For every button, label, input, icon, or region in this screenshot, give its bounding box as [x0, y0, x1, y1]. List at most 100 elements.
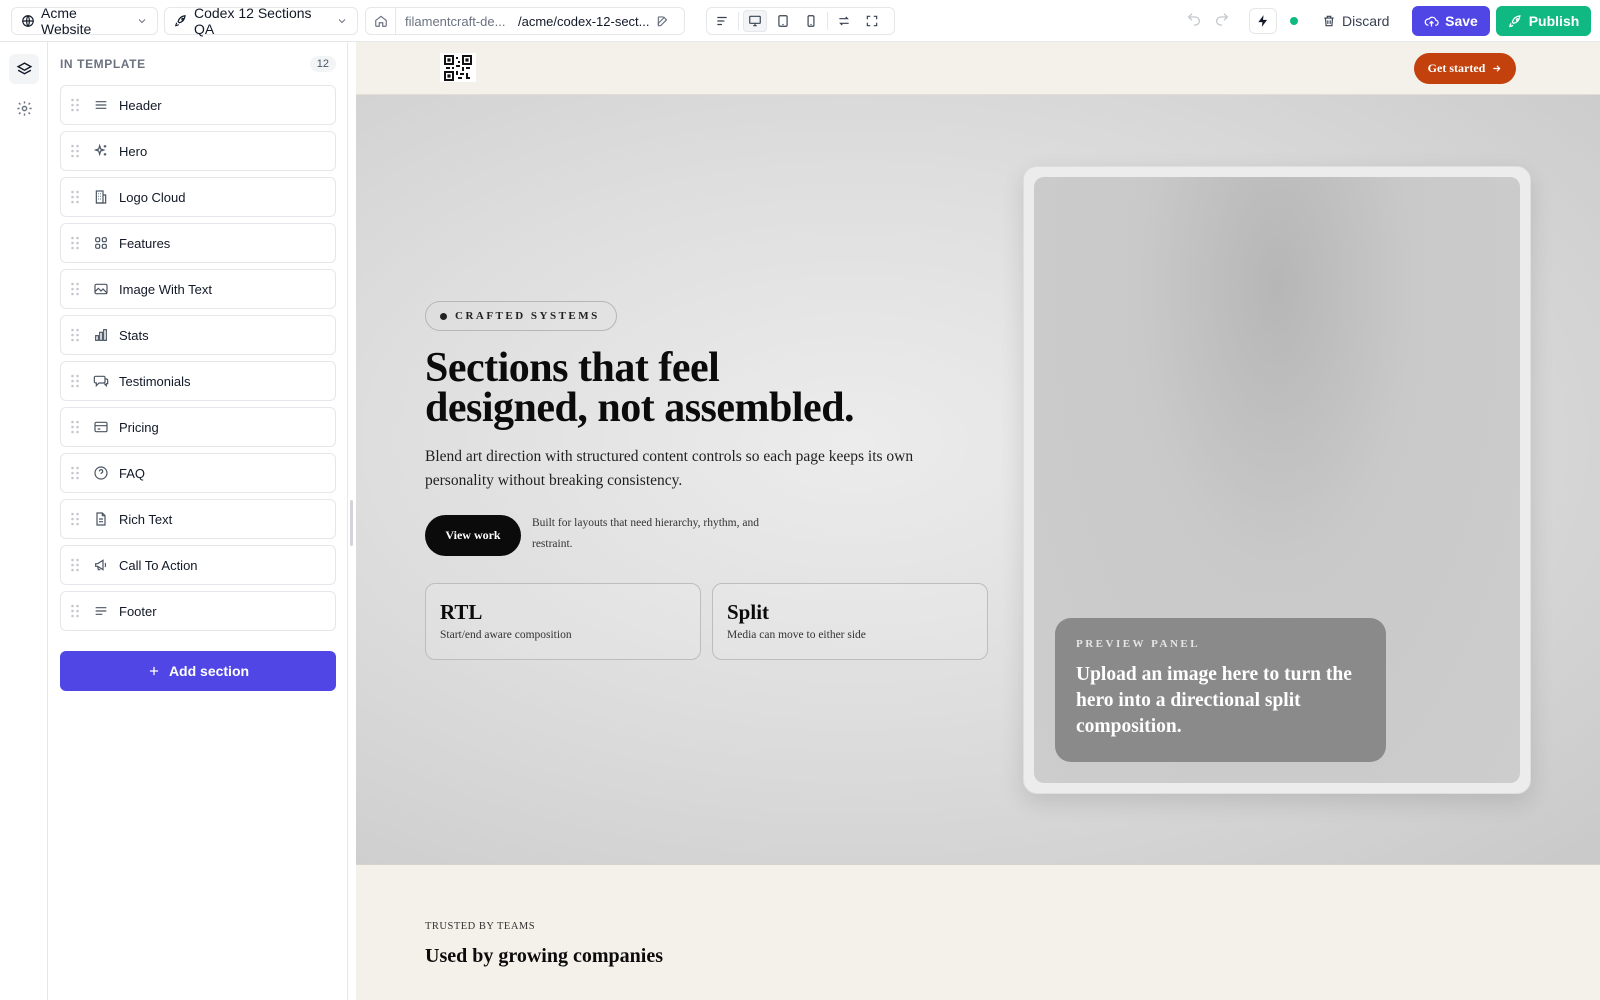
settings-tab[interactable] — [9, 93, 39, 123]
section-item-testimonials[interactable]: Testimonials — [60, 361, 336, 401]
rocket-icon — [1508, 14, 1523, 29]
hero-title: Sections that feel designed, not assembl… — [425, 347, 945, 429]
site-logo[interactable] — [440, 53, 476, 82]
fullscreen-button[interactable] — [860, 10, 884, 32]
drag-handle-icon[interactable] — [61, 512, 89, 526]
add-section-label: Add section — [168, 663, 250, 679]
megaphone-icon — [89, 557, 113, 573]
view-work-button[interactable]: View work — [425, 515, 521, 556]
drag-handle-icon[interactable] — [61, 466, 89, 480]
section-label: Hero — [119, 143, 148, 159]
section-item-faq[interactable]: FAQ — [60, 453, 336, 493]
section-count-badge: 12 — [309, 56, 336, 72]
drag-handle-icon[interactable] — [61, 374, 89, 388]
publish-button[interactable]: Publish — [1496, 6, 1591, 36]
drag-handle-icon[interactable] — [61, 282, 89, 296]
drag-handle-icon[interactable] — [61, 190, 89, 204]
desktop-icon — [748, 14, 762, 28]
image-icon — [89, 281, 113, 297]
home-icon[interactable] — [366, 8, 396, 34]
drag-handle-icon[interactable] — [61, 558, 89, 572]
url-domain: filamentcraft-de... — [405, 13, 506, 29]
page-selector[interactable]: Codex 12 Sections QA — [164, 5, 358, 37]
site-selector[interactable]: Acme Website — [11, 5, 158, 37]
drag-handle-icon[interactable] — [61, 328, 89, 342]
align-left-icon — [715, 14, 729, 28]
section-label: FAQ — [119, 465, 146, 481]
hero-media-placeholder[interactable]: PREVIEW PANEL Upload an image here to tu… — [1034, 177, 1520, 783]
section-label: Logo Cloud — [119, 189, 186, 205]
section-item-logo-cloud[interactable]: Logo Cloud — [60, 177, 336, 217]
get-started-label: Get started — [1427, 61, 1486, 75]
swap-direction-button[interactable] — [832, 10, 856, 32]
section-label: Rich Text — [119, 511, 173, 527]
page-selector-label: Codex 12 Sections QA — [194, 5, 312, 37]
hero-eyebrow-text: CRAFTED SYSTEMS — [455, 310, 600, 322]
arrows-swap-icon — [837, 14, 851, 28]
sections-sidebar: IN TEMPLATE 12 Header Hero Logo Cloud Fe… — [48, 42, 348, 1000]
site-header: Get started — [356, 42, 1600, 95]
section-label: Features — [119, 235, 171, 251]
save-label: Save — [1445, 13, 1478, 29]
publish-label: Publish — [1528, 13, 1580, 29]
edit-icon[interactable] — [656, 14, 670, 28]
section-item-features[interactable]: Features — [60, 223, 336, 263]
drag-handle-icon[interactable] — [61, 420, 89, 434]
section-item-header[interactable]: Header — [60, 85, 336, 125]
sidebar-title: IN TEMPLATE — [60, 57, 146, 71]
undo-icon[interactable] — [1186, 11, 1202, 27]
hero-section: CRAFTED SYSTEMS Sections that feel desig… — [356, 95, 1600, 865]
section-item-stats[interactable]: Stats — [60, 315, 336, 355]
grid-icon — [89, 235, 113, 251]
toolbar-divider — [738, 12, 739, 30]
discard-label: Discard — [1342, 13, 1390, 29]
feature-card-title: Split — [727, 600, 770, 624]
hero-note: Built for layouts that need hierarchy, r… — [532, 517, 759, 550]
building-icon — [89, 189, 113, 205]
status-indicator — [1290, 17, 1298, 25]
sections-tab[interactable] — [9, 54, 39, 84]
drag-handle-icon[interactable] — [61, 98, 89, 112]
sparkles-icon — [89, 143, 113, 159]
section-item-image-with-text[interactable]: Image With Text — [60, 269, 336, 309]
outline-toggle-button[interactable] — [710, 10, 734, 32]
page-preview-canvas: Get started CRAFTED SYSTEMS Sections tha… — [356, 42, 1600, 1000]
section-item-hero[interactable]: Hero — [60, 131, 336, 171]
rocket-icon — [174, 14, 188, 28]
save-button[interactable]: Save — [1412, 6, 1490, 36]
section-label: Call To Action — [119, 557, 198, 573]
drag-handle-icon[interactable] — [61, 236, 89, 250]
page-url-field[interactable]: filamentcraft-de... /acme/codex-12-sect.… — [365, 7, 685, 35]
qr-code-logo-icon — [444, 54, 472, 81]
sidebar-header: IN TEMPLATE 12 — [60, 56, 336, 72]
plus-icon — [147, 664, 161, 678]
tablet-icon — [776, 14, 790, 28]
chevron-down-icon — [336, 15, 348, 27]
preview-panel: PREVIEW PANEL Upload an image here to tu… — [1055, 618, 1386, 762]
chat-icon — [89, 373, 113, 389]
get-started-button[interactable]: Get started — [1414, 53, 1516, 84]
sidebar-resize-handle[interactable] — [350, 500, 353, 546]
desktop-view-button[interactable] — [743, 10, 767, 32]
feature-card-description: Media can move to either side — [727, 629, 866, 641]
drag-handle-icon[interactable] — [61, 144, 89, 158]
redo-icon[interactable] — [1214, 11, 1230, 27]
trash-icon — [1322, 14, 1336, 28]
tablet-view-button[interactable] — [771, 10, 795, 32]
mobile-icon — [804, 14, 818, 28]
quick-actions-button[interactable] — [1249, 8, 1277, 34]
logo-cloud-eyebrow: TRUSTED BY TEAMS — [425, 921, 536, 932]
section-item-footer[interactable]: Footer — [60, 591, 336, 631]
top-toolbar: Acme Website Codex 12 Sections QA filame… — [0, 0, 1600, 42]
section-item-rich-text[interactable]: Rich Text — [60, 499, 336, 539]
section-item-pricing[interactable]: Pricing — [60, 407, 336, 447]
preview-panel-text: Upload an image here to turn the hero in… — [1076, 664, 1352, 737]
discard-button[interactable]: Discard — [1322, 8, 1389, 34]
section-item-call-to-action[interactable]: Call To Action — [60, 545, 336, 585]
document-icon — [89, 511, 113, 527]
drag-handle-icon[interactable] — [61, 604, 89, 618]
mobile-view-button[interactable] — [799, 10, 823, 32]
feature-card-description: Start/end aware composition — [440, 629, 572, 641]
add-section-button[interactable]: Add section — [60, 651, 336, 691]
feature-card-rtl: RTL Start/end aware composition — [425, 583, 701, 660]
